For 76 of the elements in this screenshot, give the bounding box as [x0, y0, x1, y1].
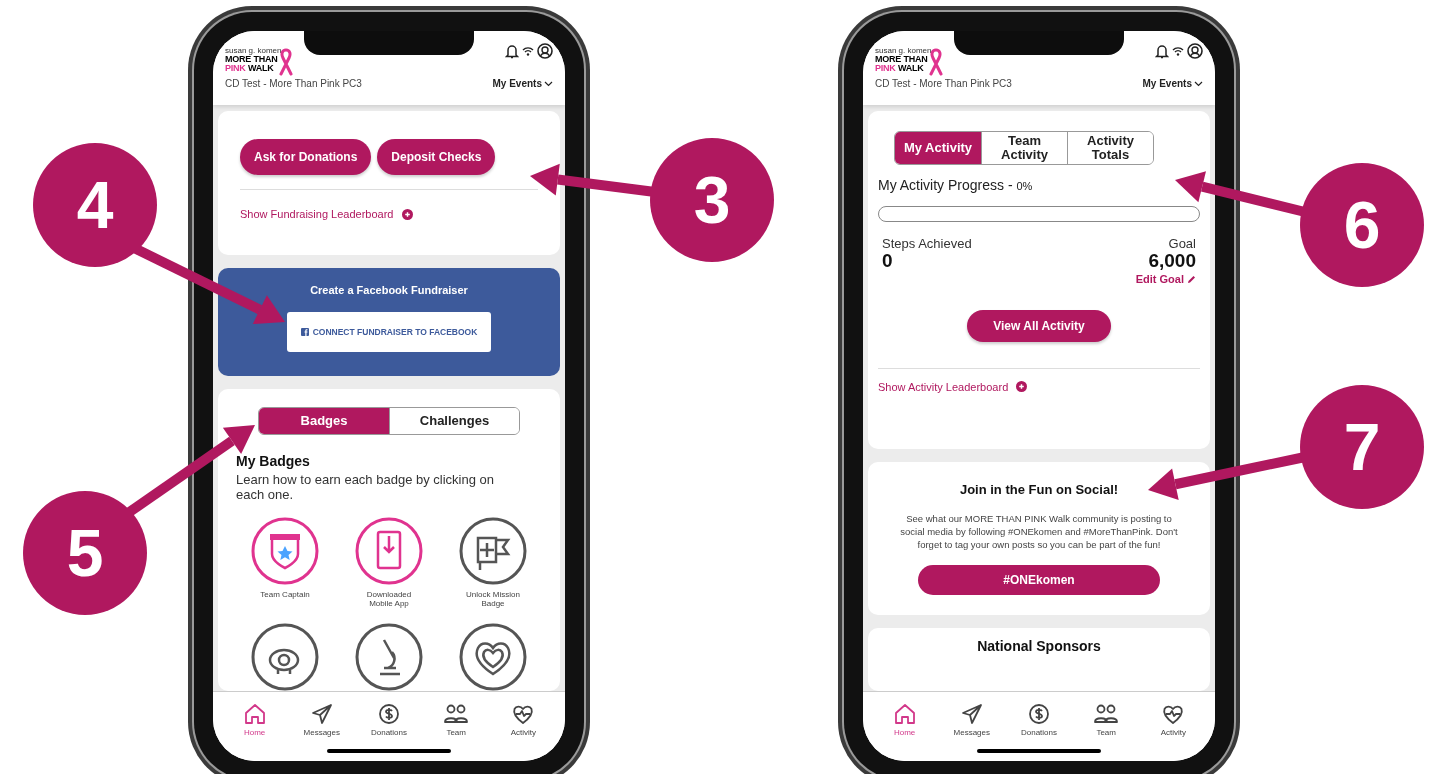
avatar-icon[interactable] — [1187, 43, 1203, 59]
paper-plane-icon — [959, 702, 984, 726]
event-name: CD Test - More Than Pink PC3 — [225, 77, 362, 90]
events-menu[interactable]: My Events — [1142, 76, 1203, 91]
logo-text: MORE THAN — [225, 55, 279, 64]
tab[interactable]: Challenges — [389, 408, 519, 434]
tab[interactable]: Activity Totals — [1067, 132, 1153, 164]
brand-tagline: susan g. komen — [225, 47, 282, 55]
badges-description: Learn how to earn each badge by clicking on each one. — [236, 471, 495, 502]
bell-icon[interactable] — [505, 43, 519, 59]
banner-title: Create a Facebook Fundraiser — [310, 282, 468, 298]
flag-badge-icon[interactable] — [458, 515, 528, 586]
numbered-callout: 7 — [1300, 385, 1424, 509]
numbered-callout: 4 — [33, 143, 157, 267]
nav-tab[interactable]: Donations — [1010, 702, 1067, 737]
nav-tab[interactable]: Team — [428, 702, 485, 737]
connect-facebook-button[interactable]: CONNECT FUNDRAISER TO FACEBOOK — [286, 312, 492, 352]
progress-label: My Activity Progress - 0% — [878, 176, 1034, 195]
numbered-callout: 5 — [23, 491, 147, 615]
nav-tab[interactable]: Activity — [1145, 702, 1202, 737]
nav-tab[interactable]: Activity — [495, 702, 552, 737]
event-name: CD Test - More Than Pink PC3 — [875, 77, 1012, 90]
social-title: Join in the Fun on Social! — [959, 481, 1119, 499]
tab[interactable]: My Activity — [895, 132, 981, 164]
badge-label: Downloaded Mobile App — [365, 589, 413, 608]
wifi-icon — [522, 46, 534, 56]
action-button[interactable]: Ask for Donations — [240, 139, 372, 175]
steps-value: 0 — [882, 251, 893, 271]
people-icon — [1094, 702, 1119, 726]
badge-label: Unlock Mission Badge — [465, 589, 521, 608]
dollar-icon — [1026, 702, 1051, 726]
home-icon — [892, 702, 917, 726]
nav-tab[interactable]: Team — [1078, 702, 1135, 737]
pencil-icon — [1187, 274, 1196, 284]
leaderboard-link[interactable]: Show Activity Leaderboard — [878, 378, 1200, 395]
goal-label: Goal — [1168, 236, 1196, 251]
chevron-down-icon — [544, 80, 553, 87]
section-heading: My Badges — [236, 451, 311, 471]
people-icon — [444, 702, 469, 726]
edit-goal-link[interactable]: Edit Goal — [1135, 271, 1196, 288]
nav-tab[interactable]: Donations — [360, 702, 417, 737]
numbered-callout: 6 — [1300, 163, 1424, 287]
goal-value: 6,000 — [1148, 251, 1196, 271]
phone-download-badge-icon[interactable] — [354, 515, 424, 586]
nav-tab[interactable]: Home — [226, 702, 283, 737]
dollar-icon — [376, 702, 401, 726]
action-button[interactable]: Deposit Checks — [377, 139, 496, 175]
sponsors-title: National Sponsors — [977, 636, 1101, 656]
steps-label: Steps Achieved — [882, 236, 972, 251]
nav-tab[interactable]: Home — [876, 702, 933, 737]
plus-circle-icon — [401, 208, 413, 220]
events-menu[interactable]: My Events — [492, 76, 553, 91]
microscope-badge-icon[interactable] — [354, 621, 424, 691]
nav-tab[interactable]: Messages — [943, 702, 1000, 737]
badge-label: Team Captain — [259, 589, 311, 599]
logo-text: PINK WALK — [225, 64, 275, 73]
avatar-icon[interactable] — [537, 43, 553, 59]
chevron-down-icon — [1194, 80, 1203, 87]
tab[interactable]: Badges — [259, 408, 389, 434]
logo-text: MORE THAN — [875, 55, 929, 64]
bell-icon[interactable] — [1155, 43, 1169, 59]
view-activity-button[interactable]: View All Activity — [967, 309, 1111, 342]
logo-text: PINK WALK — [875, 64, 925, 73]
shield-star-badge-icon[interactable] — [250, 515, 320, 586]
facebook-icon — [300, 328, 309, 336]
nav-tab[interactable]: Messages — [293, 702, 350, 737]
social-description: See what our MORE THAN PINK Walk community is posting to social media by following #ONEkomen and #MoreThanPink. Don't forget to tag your own posts so you can be part of the fun! — [899, 511, 1179, 551]
hashtag-button[interactable]: #ONEkomen — [918, 564, 1160, 595]
numbered-callout: 3 — [650, 138, 774, 262]
wifi-icon — [1172, 46, 1184, 56]
brand-tagline: susan g. komen — [875, 47, 932, 55]
home-icon — [242, 702, 267, 726]
heart-badge-icon[interactable] — [458, 621, 528, 691]
plus-circle-icon — [1016, 381, 1028, 393]
paper-plane-icon — [309, 702, 334, 726]
leaderboard-link[interactable]: Show Fundraising Leaderboard — [240, 206, 538, 223]
